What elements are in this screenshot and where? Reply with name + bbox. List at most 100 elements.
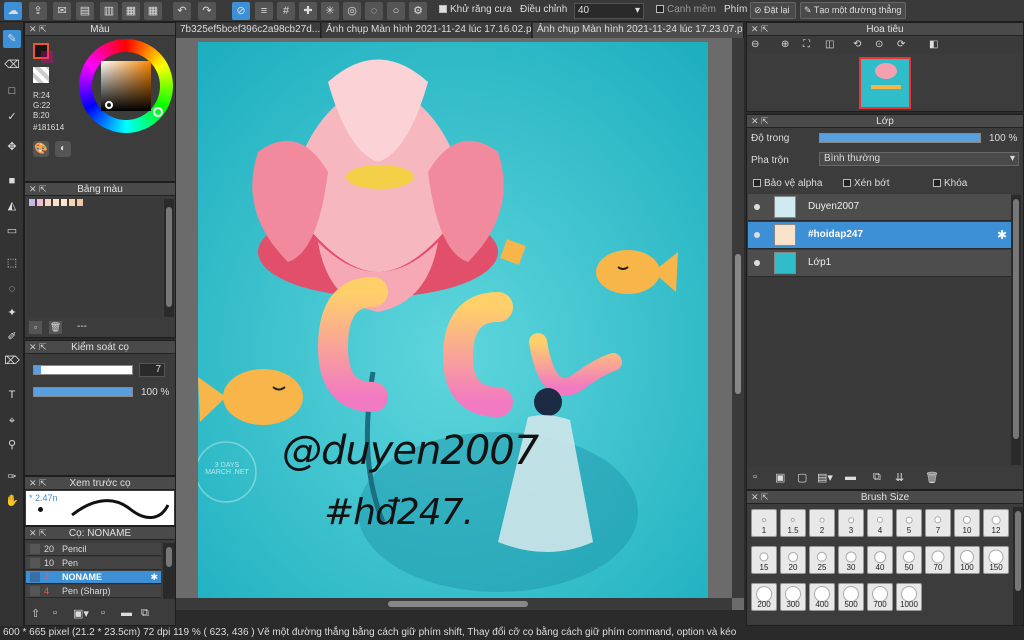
hand-tool-icon[interactable]: ✋ bbox=[3, 492, 21, 510]
palette-swatch[interactable] bbox=[61, 199, 67, 206]
palette-swatch[interactable] bbox=[45, 199, 51, 206]
close-icon[interactable]: ✕ ⇱ bbox=[751, 491, 769, 504]
straight-line-button[interactable]: ✎ Tạo một đường thẳng bbox=[800, 2, 906, 19]
color-picker-handle[interactable] bbox=[105, 101, 113, 109]
undo-icon[interactable]: ↶ bbox=[173, 2, 191, 20]
rotate-reset-icon[interactable]: ⊙ bbox=[875, 39, 883, 50]
eraser-tool-icon[interactable]: ⌫ bbox=[3, 56, 21, 74]
adjust-dropdown[interactable]: 40 ▾ bbox=[574, 3, 644, 19]
add-layer-menu-icon[interactable]: ▤▾ bbox=[817, 471, 833, 484]
tab-document-3[interactable]: Ảnh chụp Màn hình 2021-11-24 lúc 17.23.0… bbox=[533, 23, 744, 38]
tab-document-1[interactable]: 7b325ef5bcef396c2a98cb27d... bbox=[176, 23, 321, 38]
new-1bit-layer-icon[interactable]: ▢ bbox=[797, 471, 807, 484]
new-palette-icon[interactable]: ▫ bbox=[29, 321, 42, 334]
operation-tool-icon[interactable]: ⌖ bbox=[3, 412, 21, 430]
canvas-area[interactable]: 3 DAYS MARCH .NET @duyen2007 #hđ247. bbox=[176, 38, 744, 610]
canvas-horizontal-scrollbar[interactable] bbox=[176, 598, 732, 610]
panel-icon[interactable]: ▤ bbox=[76, 2, 94, 20]
canvas-vertical-scrollbar[interactable] bbox=[732, 38, 744, 598]
eyedropper-icon[interactable]: ⚲ bbox=[3, 436, 21, 454]
export-icon[interactable]: ⇪ bbox=[29, 2, 47, 20]
brush-size-cell[interactable]: 1000 bbox=[896, 583, 922, 611]
list-icon[interactable]: ▦ bbox=[122, 2, 140, 20]
new-layer-icon[interactable]: ▫ bbox=[753, 471, 757, 483]
background-color-swatch[interactable] bbox=[41, 51, 53, 63]
stylus-icon[interactable]: ✑ bbox=[3, 468, 21, 486]
bucket-tool-icon[interactable]: ◭ bbox=[3, 197, 21, 215]
select-rect-icon[interactable]: ⬚ bbox=[3, 254, 21, 272]
tab-document-2[interactable]: Ảnh chụp Màn hình 2021-11-24 lúc 17.16.0… bbox=[322, 23, 532, 38]
brush-opacity-slider[interactable] bbox=[33, 387, 133, 397]
close-icon[interactable]: ✕ ⇱ bbox=[29, 183, 47, 196]
snap-grid-icon[interactable]: # bbox=[277, 2, 295, 20]
brush-size-cell[interactable]: 40 bbox=[867, 546, 893, 574]
brush-size-cell[interactable]: 4 bbox=[867, 509, 893, 537]
brush-size-cell[interactable]: 700 bbox=[867, 583, 893, 611]
brush-size-cell[interactable]: 70 bbox=[925, 546, 951, 574]
palette-scrollbar[interactable] bbox=[164, 199, 174, 317]
lock-checkbox[interactable]: Khóa bbox=[933, 178, 967, 189]
eye-icon[interactable] bbox=[754, 232, 760, 238]
antialias-checkbox[interactable]: Khử răng cưa bbox=[439, 4, 512, 15]
snap-cross-icon[interactable]: ✚ bbox=[299, 2, 317, 20]
snap-circle-icon[interactable]: ◎ bbox=[343, 2, 361, 20]
close-icon[interactable]: ✕ ⇱ bbox=[29, 23, 47, 36]
zoom-out-icon[interactable]: ⊖ bbox=[751, 39, 759, 50]
snap-off-icon[interactable]: ⊘ bbox=[232, 2, 250, 20]
brush-size-cell[interactable]: 300 bbox=[780, 583, 806, 611]
artwork-canvas[interactable]: 3 DAYS MARCH .NET @duyen2007 #hđ247. bbox=[198, 42, 708, 608]
brush-doc-icon[interactable]: ▫ bbox=[101, 607, 105, 619]
eye-icon[interactable] bbox=[754, 204, 760, 210]
brush-size-cell[interactable]: 5 bbox=[896, 509, 922, 537]
close-icon[interactable]: ✕ ⇱ bbox=[29, 527, 47, 540]
pen-check-icon[interactable]: ✓ bbox=[3, 108, 21, 126]
snap-curve-icon[interactable]: ◌ bbox=[365, 2, 383, 20]
brush-size-cell[interactable]: 25 bbox=[809, 546, 835, 574]
brush-size-cell[interactable]: 2 bbox=[809, 509, 835, 537]
brush-size-cell[interactable]: 20 bbox=[780, 546, 806, 574]
layer-row[interactable]: Duyen2007 bbox=[748, 194, 1011, 221]
brush-size-cell[interactable]: 7 bbox=[925, 509, 951, 537]
flip-icon[interactable]: ◧ bbox=[929, 39, 938, 50]
layer-opacity-slider[interactable] bbox=[819, 133, 981, 143]
select-pen-icon[interactable]: ✐ bbox=[3, 328, 21, 346]
actual-size-icon[interactable]: ◫ bbox=[825, 39, 834, 50]
grid-icon[interactable]: ▦ bbox=[144, 2, 162, 20]
palette-icon[interactable]: 🎨 bbox=[33, 141, 49, 157]
brush-size-cell[interactable]: 500 bbox=[838, 583, 864, 611]
rotate-left-icon[interactable]: ⟲ bbox=[853, 39, 861, 50]
redo-icon[interactable]: ↷ bbox=[198, 2, 216, 20]
brush-size-cell[interactable]: 30 bbox=[838, 546, 864, 574]
hue-wheel[interactable] bbox=[79, 39, 173, 133]
magic-wand-icon[interactable]: ✦ bbox=[3, 304, 21, 322]
new-8bit-layer-icon[interactable]: ▣ bbox=[775, 471, 785, 484]
color-set-icon[interactable]: ◐ bbox=[55, 141, 71, 157]
brush-size-scrollbar[interactable] bbox=[1013, 507, 1023, 625]
palette-swatch[interactable] bbox=[29, 199, 35, 206]
blend-mode-dropdown[interactable]: Bình thường ▾ bbox=[819, 152, 1019, 166]
brush-size-cell[interactable]: 15 bbox=[751, 546, 777, 574]
duplicate-layer-icon[interactable]: ⧉ bbox=[873, 471, 881, 484]
protect-alpha-checkbox[interactable]: Bảo vệ alpha bbox=[753, 178, 822, 189]
add-brush-icon[interactable]: ▫ bbox=[53, 607, 57, 619]
palette-swatch[interactable] bbox=[53, 199, 59, 206]
rotate-right-icon[interactable]: ⟳ bbox=[897, 39, 905, 50]
brush-list-item[interactable]: 10 Pen bbox=[26, 557, 161, 570]
brush-size-slider[interactable] bbox=[33, 365, 133, 375]
brush-size-cell[interactable]: 150 bbox=[983, 546, 1009, 574]
soft-edge-checkbox[interactable]: Cạnh mềm bbox=[656, 4, 716, 15]
close-icon[interactable]: ✕ ⇱ bbox=[751, 115, 769, 128]
brush-size-cell[interactable]: 100 bbox=[954, 546, 980, 574]
folder-icon[interactable]: ▬ bbox=[121, 607, 132, 619]
dot-tool-icon[interactable]: □ bbox=[3, 82, 21, 100]
brush-size-cell[interactable]: 1 bbox=[751, 509, 777, 537]
brush-list-item[interactable]: 4 Pen (Sharp) bbox=[26, 585, 161, 598]
reset-button[interactable]: ⊘ Đặt lại bbox=[750, 2, 796, 19]
layer-row-selected[interactable]: #hoidap247 ✱ bbox=[748, 222, 1011, 249]
brush-tool-icon[interactable]: ✎ bbox=[3, 30, 21, 48]
palette-swatch[interactable] bbox=[37, 199, 43, 206]
gear-icon[interactable]: ✱ bbox=[997, 228, 1007, 242]
layer-icon[interactable]: ▥ bbox=[100, 2, 118, 20]
navigator-thumbnail[interactable] bbox=[859, 57, 911, 109]
brush-size-cell[interactable]: 400 bbox=[809, 583, 835, 611]
